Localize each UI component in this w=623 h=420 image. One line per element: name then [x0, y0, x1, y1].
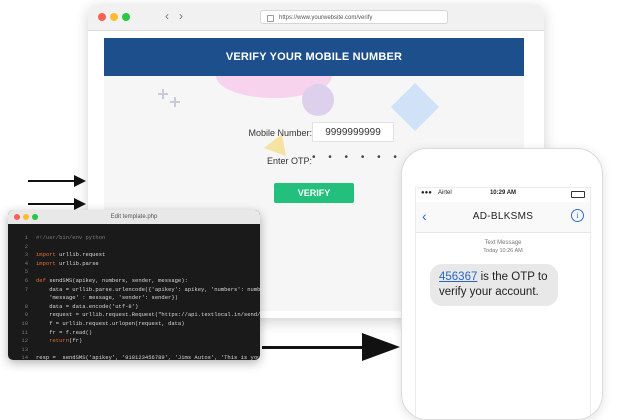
code-line: def sendSMS(apikey, numbers, sender, mes…	[36, 277, 188, 284]
arrow-head-icon	[74, 175, 86, 187]
enter-otp-label: Enter OTP:	[266, 156, 312, 166]
line-number: 2	[24, 242, 28, 250]
code-line: import urllib.request	[36, 251, 106, 259]
code-line: resp = sendSMS('apikey', '918123456789',…	[36, 354, 260, 360]
editor-maximize-button[interactable]	[32, 214, 38, 220]
sender-name: AD-BLKSMS	[472, 211, 534, 222]
arrow-to-phone	[262, 346, 372, 349]
maximize-window-button[interactable]	[122, 13, 130, 21]
code-line: fr = f.read()	[36, 328, 93, 336]
message-type: Text Message	[484, 240, 522, 246]
message-bubble: 456367 is the OTP to verify your account…	[430, 264, 558, 306]
forward-icon[interactable]: ›	[174, 10, 188, 23]
verify-button[interactable]: VERIFY	[274, 183, 354, 203]
page-banner: VERIFY YOUR MOBILE NUMBER	[104, 38, 524, 76]
mobile-number-input[interactable]: 9999999999	[312, 122, 394, 142]
code-line: data = data.encode('utf-8')	[36, 302, 139, 310]
arrow-to-browser-2	[28, 203, 76, 205]
line-number: 11	[21, 328, 28, 336]
code-line: import urllib.parse	[36, 259, 99, 267]
editor-minimize-button[interactable]	[23, 214, 29, 220]
editor-close-button[interactable]	[14, 214, 20, 220]
code-line: 'message' : message, 'sender': sender})	[36, 294, 178, 302]
lilac-circle-shape	[302, 84, 334, 116]
message-timestamp: Today 10:26 AM	[483, 248, 523, 254]
arrow-head-icon	[74, 198, 86, 210]
plus-signs-shape	[158, 89, 180, 107]
arrow-head-icon	[362, 333, 400, 361]
page-title: VERIFY YOUR MOBILE NUMBER	[225, 51, 403, 63]
editor-title: Edit template.php	[110, 214, 158, 220]
line-number: 13	[21, 345, 28, 353]
message-header: ‹ AD-BLKSMS i	[416, 202, 590, 233]
line-number: 7	[24, 285, 28, 293]
line-number: 3	[24, 251, 28, 259]
back-icon[interactable]: ‹	[160, 10, 174, 23]
phone-screen: ●●● Airtel 10:29 AM ‹ AD-BLKSMS i Text M…	[415, 187, 591, 419]
code-line: f = urllib.request.urlopen(request, data…	[36, 320, 185, 327]
arrow-to-browser-1	[28, 180, 76, 182]
line-number: 12	[21, 337, 28, 345]
info-icon[interactable]: i	[571, 209, 584, 222]
line-number: 6	[24, 277, 28, 284]
code-line: request = urllib.request.Request("https:…	[36, 311, 260, 319]
otp-code-link[interactable]: 456367	[439, 271, 477, 283]
code-line: data = urllib.parse.urlencode({'apikey':…	[36, 285, 260, 293]
mobile-number-label: Mobile Number:	[248, 128, 312, 138]
battery-icon	[571, 191, 585, 198]
line-number: 1	[24, 234, 28, 241]
otp-input[interactable]: • • • • • •	[312, 152, 402, 163]
blue-diamond-shape	[390, 82, 440, 132]
minimize-window-button[interactable]	[110, 13, 118, 21]
line-number: 14	[21, 354, 28, 360]
code-editor-window: Edit template.php 1 #!/usr/bin/env python…	[8, 210, 260, 360]
line-number: 5	[24, 268, 28, 276]
address-bar-url: https://www.yourwebsite.com/verify	[279, 15, 373, 21]
code-line: #!/usr/bin/env python	[36, 234, 106, 241]
status-bar: ●●● Airtel 10:29 AM	[416, 190, 590, 200]
address-bar[interactable]: https://www.yourwebsite.com/verify	[260, 10, 448, 24]
close-window-button[interactable]	[98, 13, 106, 21]
browser-chrome: ‹ › https://www.yourwebsite.com/verify	[88, 4, 544, 31]
phone-device: ●●● Airtel 10:29 AM ‹ AD-BLKSMS i Text M…	[401, 148, 603, 420]
line-number: 9	[24, 311, 28, 319]
code-line: return(fr)	[49, 337, 83, 345]
status-time: 10:29 AM	[489, 190, 517, 196]
lock-icon	[267, 15, 274, 22]
line-number: 4	[24, 259, 28, 267]
line-number: 10	[21, 320, 28, 327]
editor-title-bar: Edit template.php	[8, 210, 260, 224]
line-number: 8	[24, 302, 28, 310]
